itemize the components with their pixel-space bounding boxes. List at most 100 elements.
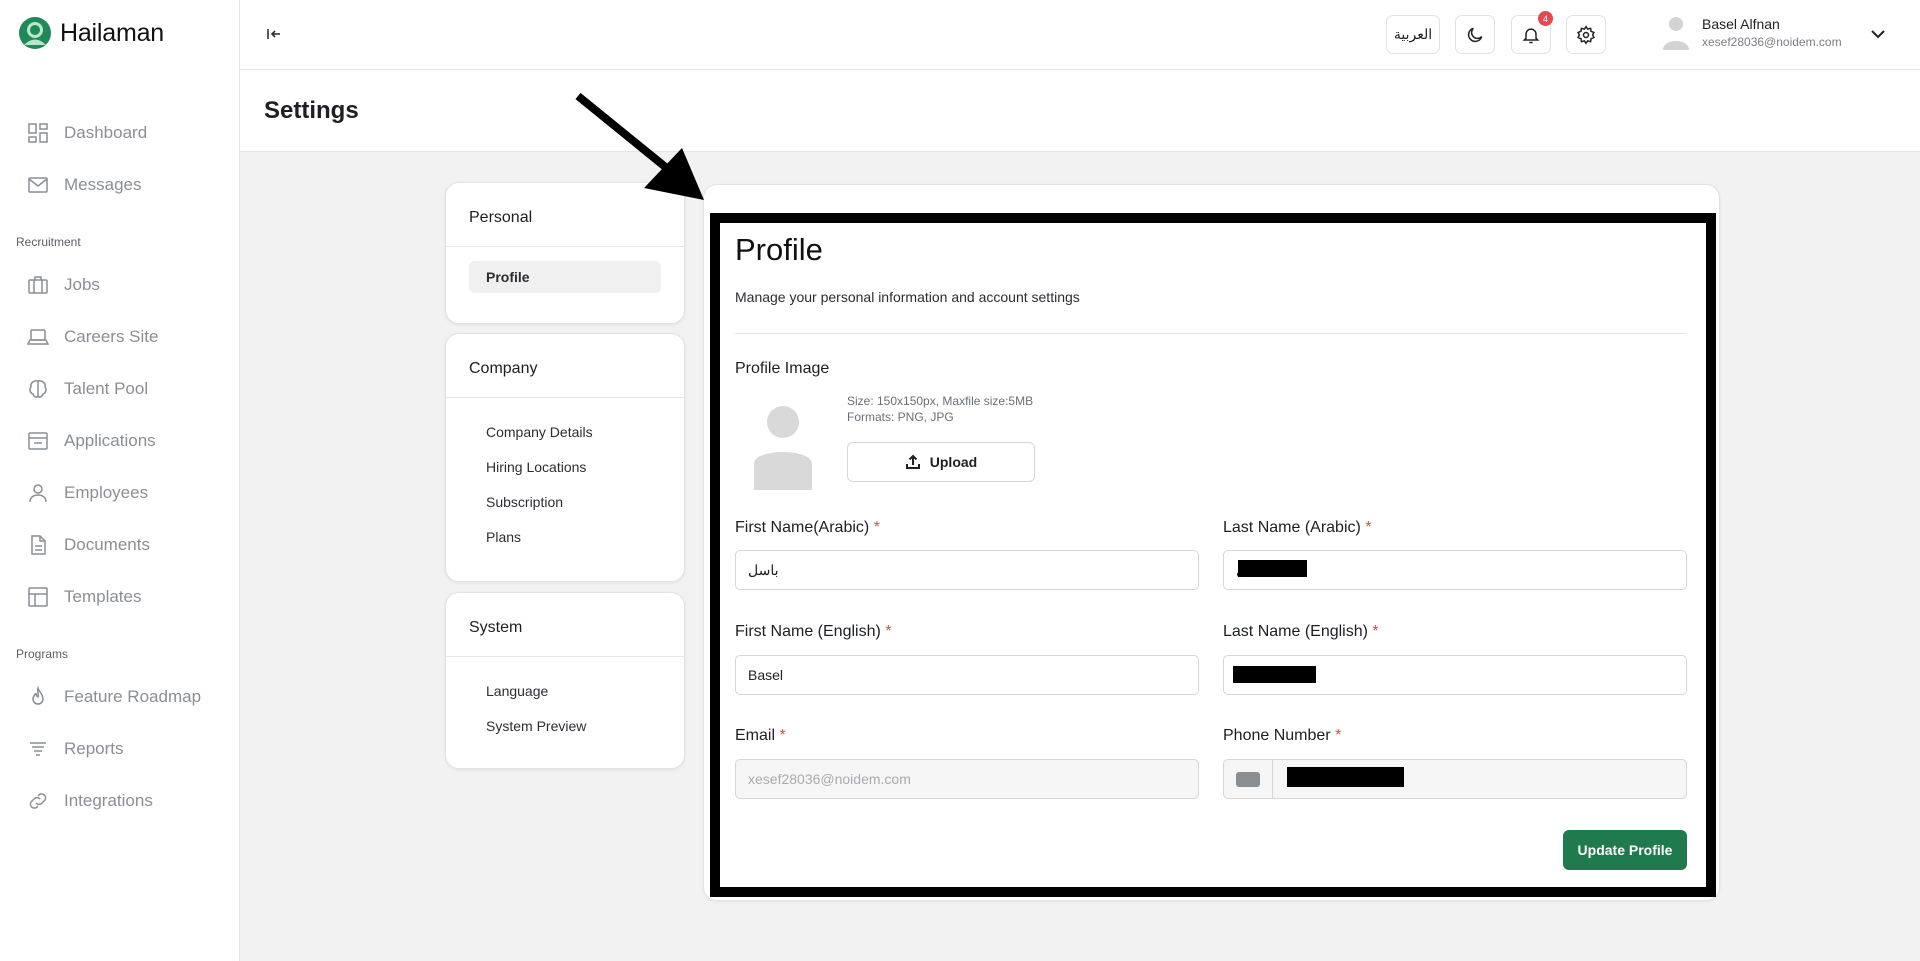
sidebar-item-label: Messages	[64, 175, 142, 194]
settings-menu-company: Company Company Details Hiring Locations…	[445, 333, 685, 582]
email-label: Email *	[735, 727, 786, 745]
menu-item-plans[interactable]: Plans	[446, 529, 684, 545]
chevron-down-icon[interactable]	[1868, 24, 1888, 44]
user-icon	[29, 484, 47, 503]
profile-title: Profile	[735, 232, 823, 267]
sidebar-item-label: Talent Pool	[64, 379, 149, 398]
label-text: Phone Number	[1223, 727, 1331, 744]
email-input[interactable]: xesef28036@noidem.com	[735, 759, 1199, 799]
field-value: xesef28036@noidem.com	[748, 771, 911, 787]
sidebar-item-employees[interactable]: Employees	[26, 481, 148, 505]
sidebar-item-label: Jobs	[64, 275, 100, 294]
last-name-arabic-label: Last Name (Arabic) *	[1223, 519, 1372, 537]
first-name-english-input[interactable]: Basel	[735, 655, 1199, 695]
gear-icon	[1577, 24, 1595, 45]
required-mark: *	[873, 519, 880, 536]
settings-button[interactable]	[1566, 15, 1606, 54]
profile-subtitle: Manage your personal information and acc…	[735, 289, 1080, 305]
first-name-arabic-label: First Name(Arabic) *	[735, 519, 880, 537]
dark-mode-toggle[interactable]	[1455, 15, 1495, 54]
label-text: Email	[735, 727, 776, 744]
profile-image-placeholder	[754, 406, 812, 490]
sidebar-item-label: Employees	[64, 483, 149, 502]
menu-item-profile[interactable]: Profile	[469, 261, 661, 293]
topbar: العربية 4 Basel Alfnan xesef28036@noidem…	[240, 0, 1920, 70]
logo-icon	[19, 17, 51, 49]
nav-section-recruitment: Recruitment	[16, 235, 81, 249]
menu-item-language[interactable]: Language	[446, 683, 684, 699]
required-mark: *	[1372, 623, 1379, 640]
language-switch-button[interactable]: العربية	[1386, 15, 1440, 54]
document-icon	[31, 535, 46, 555]
page-header: Settings	[240, 70, 1920, 152]
menu-item-company-details[interactable]: Company Details	[446, 424, 684, 440]
redaction-block	[1287, 767, 1404, 787]
dashboard-icon	[28, 123, 48, 143]
settings-menu-system: System Language System Preview	[445, 592, 685, 769]
sidebar-item-dashboard[interactable]: Dashboard	[26, 121, 147, 145]
image-format-note: Formats: PNG, JPG	[847, 410, 954, 424]
laptop-icon	[26, 329, 50, 345]
bell-icon	[1522, 27, 1540, 43]
user-email: xesef28036@noidem.com	[1702, 34, 1842, 49]
first-name-english-label: First Name (English) *	[735, 623, 892, 641]
avatar	[1663, 17, 1689, 50]
sidebar-item-templates[interactable]: Templates	[26, 585, 141, 609]
briefcase-icon	[28, 276, 48, 294]
user-name: Basel Alfnan	[1702, 15, 1780, 32]
required-mark: *	[779, 727, 786, 744]
label-text: First Name(Arabic)	[735, 519, 870, 536]
first-name-arabic-input[interactable]: باسل	[735, 550, 1199, 590]
sidebar-item-documents[interactable]: Documents	[26, 533, 150, 557]
sidebar-item-label: Documents	[64, 535, 150, 554]
user-info: Basel Alfnan xesef28036@noidem.com	[1702, 16, 1842, 49]
sidebar-item-label: Dashboard	[64, 123, 148, 142]
upload-icon	[905, 454, 920, 469]
moon-icon	[1467, 27, 1483, 42]
notification-badge: 4	[1538, 11, 1553, 26]
divider	[735, 333, 1687, 334]
sidebar-item-integrations[interactable]: Integrations	[26, 789, 153, 813]
field-value: Basel	[748, 667, 784, 683]
sidebar-item-talent-pool[interactable]: Talent Pool	[26, 377, 148, 401]
sidebar-item-applications[interactable]: Applications	[26, 429, 156, 453]
collapse-sidebar-icon[interactable]	[264, 24, 284, 44]
menu-item-subscription[interactable]: Subscription	[446, 494, 684, 510]
brand[interactable]: Hailaman	[18, 16, 164, 50]
notifications-button[interactable]: 4	[1511, 11, 1553, 54]
sidebar-item-careers-site[interactable]: Careers Site	[26, 325, 158, 349]
link-icon	[29, 793, 47, 809]
sidebar-item-label: Careers Site	[64, 327, 159, 346]
upload-button[interactable]: Upload	[847, 442, 1035, 482]
phone-number-label: Phone Number *	[1223, 727, 1341, 745]
upload-label: Upload	[929, 454, 978, 470]
nav-section-programs: Programs	[16, 647, 69, 661]
sidebar-item-label: Feature Roadmap	[64, 687, 202, 706]
sidebar-item-label: Integrations	[64, 791, 153, 810]
sidebar-item-reports[interactable]: Reports	[26, 737, 124, 761]
menu-item-system-preview[interactable]: System Preview	[446, 718, 684, 734]
required-mark: *	[885, 623, 892, 640]
template-icon	[28, 587, 48, 607]
image-size-note: Size: 150x150px, Maxfile size:5MB	[847, 394, 1034, 408]
required-mark: *	[1365, 519, 1372, 536]
country-code-selector[interactable]	[1223, 759, 1273, 799]
menu-section-title: System	[446, 593, 684, 657]
label-text: First Name (English)	[735, 623, 881, 640]
update-profile-button[interactable]: Update Profile	[1563, 830, 1687, 870]
sidebar-item-label: Reports	[64, 739, 124, 758]
last-name-english-label: Last Name (English) *	[1223, 623, 1379, 641]
sidebar-item-feature-roadmap[interactable]: Feature Roadmap	[26, 685, 201, 709]
app-name: Hailaman	[60, 18, 165, 47]
profile-image-label: Profile Image	[735, 360, 830, 377]
sidebar-item-label: Applications	[64, 431, 156, 450]
redaction-block	[1233, 666, 1316, 683]
sidebar-item-label: Templates	[64, 587, 142, 606]
sidebar-item-messages[interactable]: Messages	[26, 173, 141, 197]
sidebar-item-jobs[interactable]: Jobs	[26, 273, 100, 297]
flame-icon	[32, 685, 44, 705]
menu-item-hiring-locations[interactable]: Hiring Locations	[446, 459, 684, 475]
user-menu[interactable]: Basel Alfnan xesef28036@noidem.com	[1660, 14, 1842, 50]
required-mark: *	[1335, 727, 1342, 744]
redaction-block	[1238, 560, 1307, 577]
